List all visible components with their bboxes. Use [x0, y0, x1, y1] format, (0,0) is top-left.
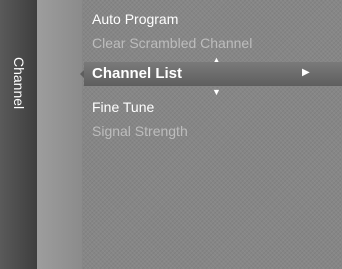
category-title: Channel	[11, 56, 27, 110]
menu-item-clear-scrambled-channel: Clear Scrambled Channel	[92, 35, 253, 51]
menu-item-auto-program[interactable]: Auto Program	[92, 10, 178, 28]
category-bar: Channel	[0, 0, 37, 269]
menu-item-channel-list[interactable]: Channel List	[92, 65, 182, 83]
icon-column	[37, 0, 106, 269]
osd-screen: Channel Auto Program Clear Scrambled Cha…	[0, 0, 342, 269]
menu-item-fine-tune[interactable]: Fine Tune	[92, 98, 154, 116]
submenu-arrow-icon: ▶	[302, 67, 310, 78]
menu-item-signal-strength: Signal Strength	[92, 123, 188, 139]
scroll-down-icon: ▼	[212, 87, 221, 97]
